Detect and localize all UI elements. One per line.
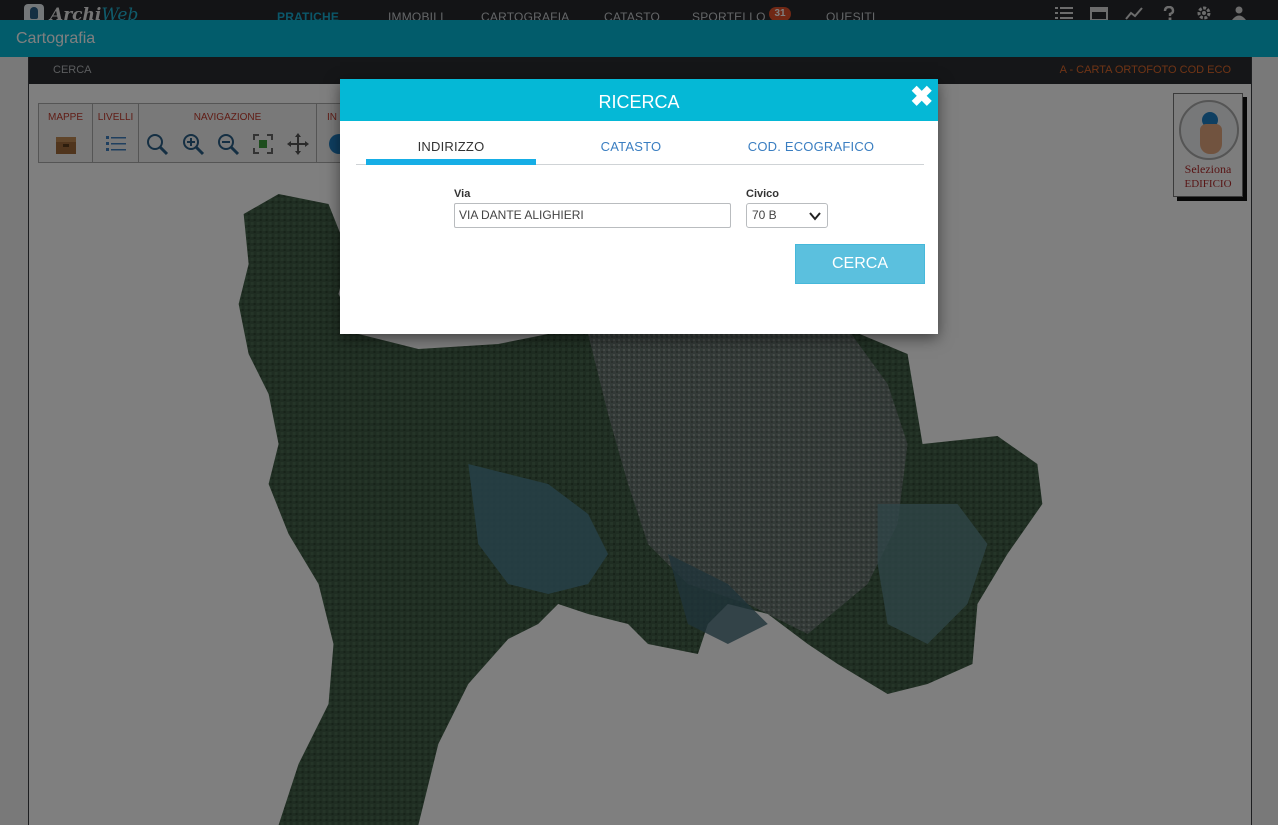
tab-cod-ecografico[interactable]: COD. ECOGRAFICO [726, 135, 896, 165]
via-label: Via [454, 188, 471, 200]
civico-selected-value: 70 B [752, 208, 777, 222]
search-button[interactable]: CERCA [795, 244, 925, 284]
search-tabs: INDIRIZZO CATASTO COD. ECOGRAFICO [356, 135, 924, 165]
dialog-title: RICERCA [340, 79, 938, 121]
tab-catasto[interactable]: CATASTO [546, 135, 716, 165]
close-icon[interactable]: ✖ [910, 83, 933, 111]
tab-indirizzo[interactable]: INDIRIZZO [366, 135, 536, 165]
via-input[interactable]: VIA DANTE ALIGHIERI [454, 203, 731, 228]
civico-label: Civico [746, 188, 780, 200]
search-dialog: RICERCA ✖ INDIRIZZO CATASTO COD. ECOGRAF… [340, 79, 938, 334]
chevron-down-icon [809, 212, 821, 221]
civico-select[interactable]: 70 B [746, 203, 828, 228]
